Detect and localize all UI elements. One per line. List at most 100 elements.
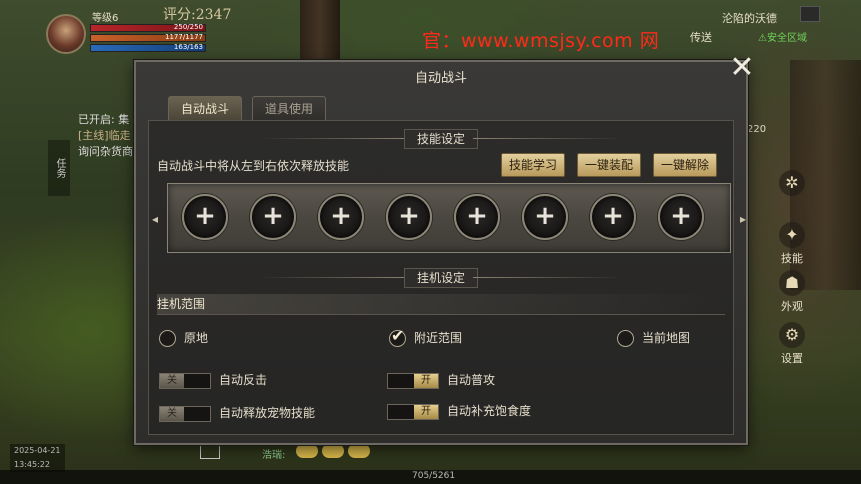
skill-slot-5[interactable]: + bbox=[454, 194, 500, 240]
player-avatar[interactable] bbox=[46, 14, 86, 54]
idle-settings-label: 挂机设定 bbox=[403, 268, 478, 288]
radio-label: 当前地图 bbox=[642, 331, 691, 345]
skill-slot-4[interactable]: + bbox=[386, 194, 432, 240]
header-divider bbox=[473, 138, 623, 139]
range-option-nearby[interactable]: ✔ 附近范围 bbox=[389, 326, 463, 347]
toggle-knob: 开 bbox=[414, 404, 438, 419]
settings-menu-button[interactable]: ⚙ 设置 bbox=[772, 322, 812, 366]
skill-slot-3[interactable]: + bbox=[318, 194, 364, 240]
toggle-knob: 关 bbox=[160, 373, 184, 388]
quest-line: [主线]临走 bbox=[78, 129, 131, 142]
toggle-label: 自动普攻 bbox=[447, 373, 496, 387]
gear-icon: ✲ bbox=[779, 170, 805, 196]
idle-range-title: 挂机范围 bbox=[157, 294, 725, 315]
xp-bar: 163/163 bbox=[90, 43, 206, 52]
add-skill-icon: + bbox=[466, 201, 488, 231]
appearance-menu-label: 外观 bbox=[781, 300, 803, 313]
location-name: 沦陷的沃德 bbox=[722, 12, 777, 25]
bar-ornament-right-icon: ▸ bbox=[739, 212, 746, 226]
settings-icon: ⚙ bbox=[779, 322, 805, 348]
add-skill-icon: + bbox=[262, 201, 284, 231]
toggle-knob: 开 bbox=[414, 373, 438, 388]
auto-attack-row: 开自动普攻 bbox=[387, 371, 495, 389]
range-option-current-map[interactable]: 当前地图 bbox=[617, 329, 690, 347]
auto-satiety-row: 开自动补充饱食度 bbox=[387, 402, 531, 420]
mp-value: 1177/1177 bbox=[165, 33, 203, 41]
header-divider bbox=[259, 277, 409, 278]
add-skill-icon: + bbox=[534, 201, 556, 231]
auto-satiety-toggle[interactable]: 开 bbox=[387, 403, 439, 420]
auto-pet-skill-toggle[interactable]: 关 bbox=[159, 405, 211, 422]
appearance-menu-button[interactable]: ☗ 外观 bbox=[772, 270, 812, 314]
tab-auto-battle[interactable]: 自动战斗 bbox=[168, 96, 243, 121]
datetime-display: 2025-04-21 13:45:22 bbox=[10, 444, 65, 472]
quest-line: 已开启: 集 bbox=[78, 113, 130, 126]
unequip-all-button[interactable]: 一键解除 bbox=[653, 153, 718, 177]
mail-icon[interactable] bbox=[200, 445, 220, 459]
emoji-icon[interactable] bbox=[322, 444, 344, 458]
player-score: 评分:2347 bbox=[163, 7, 232, 23]
skill-settings-label: 技能设定 bbox=[403, 129, 478, 149]
add-skill-icon: + bbox=[670, 201, 692, 231]
date-text: 2025-04-21 bbox=[14, 446, 61, 455]
close-icon[interactable]: ✕ bbox=[727, 53, 757, 84]
chat-line[interactable]: 浩瑞: bbox=[262, 446, 285, 461]
add-skill-icon: + bbox=[398, 201, 420, 231]
task-tab[interactable]: 任务 bbox=[48, 140, 70, 196]
side-counter: 220 bbox=[747, 124, 767, 135]
header-divider bbox=[259, 138, 409, 139]
add-skill-icon: + bbox=[602, 201, 624, 231]
experience-bar: 705/5261 bbox=[0, 470, 861, 484]
checkmark-icon: ✔ bbox=[391, 326, 405, 345]
skill-menu-label: 技能 bbox=[781, 252, 803, 265]
settings-menu-label: 设置 bbox=[781, 352, 803, 365]
dialog-title: 自动战斗 bbox=[414, 71, 467, 86]
quest-tracker[interactable]: 已开启: 集 [主线]临走 询问杂货商 bbox=[78, 112, 133, 160]
hp-value: 250/250 bbox=[173, 23, 203, 31]
auto-attack-toggle[interactable]: 开 bbox=[387, 372, 439, 389]
skill-slot-6[interactable]: + bbox=[522, 194, 568, 240]
toggle-label: 自动释放宠物技能 bbox=[219, 406, 316, 420]
auto-battle-dialog: 自动战斗 自动战斗 道具使用 技能设定 自动战斗中将从左到右依次释放技能 技能学… bbox=[134, 60, 748, 445]
experience-text: 705/5261 bbox=[412, 471, 456, 481]
site-watermark: 官：www.wmsjsy.com 网 bbox=[422, 30, 660, 52]
auto-counter-toggle[interactable]: 关 bbox=[159, 372, 211, 389]
gear-menu-button[interactable]: ✲ bbox=[772, 170, 812, 198]
quest-line: 询问杂货商 bbox=[78, 145, 133, 158]
emoji-icon[interactable] bbox=[348, 444, 370, 458]
skill-slot-2[interactable]: + bbox=[250, 194, 296, 240]
toggle-label: 自动补充饱食度 bbox=[447, 404, 532, 418]
auto-counter-row: 关 自动反击 bbox=[159, 371, 267, 389]
equip-all-button[interactable]: 一键装配 bbox=[577, 153, 642, 177]
skill-menu-button[interactable]: ✦ 技能 bbox=[772, 222, 812, 266]
auto-pet-skill-row: 关 自动释放宠物技能 bbox=[159, 404, 315, 422]
range-option-in-place[interactable]: 原地 bbox=[159, 329, 208, 347]
player-status-bars: 250/250 1177/1177 163/163 bbox=[90, 23, 206, 54]
safe-zone-label: ⚠安全区域 bbox=[758, 33, 807, 44]
skill-slot-7[interactable]: + bbox=[590, 194, 636, 240]
player-level: 等级6 bbox=[92, 13, 119, 24]
skill-slot-8[interactable]: + bbox=[658, 194, 704, 240]
emoji-icon[interactable] bbox=[296, 444, 318, 458]
skill-settings-header: 技能设定 bbox=[149, 129, 733, 149]
toggle-knob: 关 bbox=[160, 406, 184, 421]
tab-item-use[interactable]: 道具使用 bbox=[252, 96, 327, 121]
radio-label: 原地 bbox=[184, 331, 209, 345]
hp-bar: 250/250 bbox=[90, 23, 206, 32]
skill-slot-bar: ◂ ▸ + + + + + + + + bbox=[152, 183, 746, 253]
learn-skill-button[interactable]: 技能学习 bbox=[501, 153, 566, 177]
dialog-content-panel: 技能设定 自动战斗中将从左到右依次释放技能 技能学习 一键装配 一键解除 ◂ ▸… bbox=[148, 120, 746, 435]
radio-label: 附近范围 bbox=[414, 331, 463, 345]
add-skill-icon: + bbox=[330, 201, 352, 231]
toggle-label: 自动反击 bbox=[219, 373, 268, 387]
mp-bar: 1177/1177 bbox=[90, 33, 206, 42]
add-skill-icon: + bbox=[194, 201, 216, 231]
skill-order-description: 自动战斗中将从左到右依次释放技能 bbox=[157, 159, 350, 173]
transfer-button[interactable]: 传送 bbox=[690, 29, 712, 45]
skill-slot-1[interactable]: + bbox=[182, 194, 228, 240]
radio-circle bbox=[159, 330, 176, 347]
minimap-toggle-icon[interactable] bbox=[800, 6, 820, 22]
radio-circle: ✔ bbox=[389, 326, 406, 347]
appearance-icon: ☗ bbox=[779, 270, 805, 296]
radio-circle bbox=[617, 330, 634, 347]
